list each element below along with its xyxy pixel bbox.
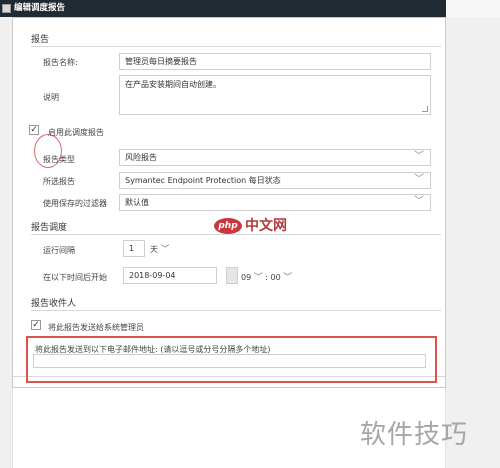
- time-separator: :: [265, 273, 268, 282]
- chevron-down-icon: ﹀: [283, 273, 293, 283]
- calendar-button[interactable]: [226, 267, 238, 284]
- description-label: 说明: [43, 93, 59, 102]
- run-every-value-input[interactable]: 1: [123, 240, 145, 257]
- selected-report-label: 所选报告: [43, 177, 75, 186]
- report-name-label: 报告名称:: [43, 58, 78, 67]
- edit-scheduled-report-dialog: 报告 报告名称: 管理员每日摘要报告 说明 在产品安装期间自动创建。 ✓ 启用此…: [12, 17, 446, 388]
- php-logo: php: [214, 218, 242, 234]
- description-text: 在产品安装期间自动创建。: [125, 80, 221, 89]
- chevron-down-icon: ﹀: [414, 174, 424, 185]
- resize-handle-icon[interactable]: [422, 106, 428, 112]
- report-type-select[interactable]: 风险报告 ﹀: [119, 149, 431, 166]
- start-date-input[interactable]: 2018-09-04: [123, 267, 217, 284]
- section-divider: [31, 46, 441, 47]
- saved-filter-value: 默认值: [125, 198, 149, 207]
- enable-schedule-label: 启用此调度报告: [48, 128, 104, 137]
- report-type-value: 风险报告: [125, 153, 157, 162]
- app-icon: [2, 4, 11, 13]
- selected-report-select[interactable]: Symantec Endpoint Protection 每日状态 ﹀: [119, 172, 431, 189]
- report-type-label: 报告类型: [43, 155, 75, 164]
- chevron-down-icon: ﹀: [253, 273, 263, 283]
- section-report-title: 报告: [31, 35, 50, 45]
- chevron-down-icon: ﹀: [414, 151, 424, 162]
- start-time-picker[interactable]: 09 ﹀ : 00 ﹀: [241, 270, 292, 283]
- start-minute: 00: [270, 273, 281, 282]
- start-hour: 09: [241, 273, 252, 282]
- start-after-label: 在以下时间后开始: [43, 273, 107, 282]
- section-divider: [31, 310, 441, 311]
- section-recipients-title: 报告收件人: [31, 299, 77, 309]
- section-divider: [31, 234, 441, 235]
- bottom-watermark: 软件技巧: [360, 420, 469, 450]
- saved-filter-label: 使用保存的过滤器: [43, 199, 107, 208]
- php-watermark-text: 中文网: [245, 218, 287, 234]
- report-name-input[interactable]: 管理员每日摘要报告: [119, 53, 431, 70]
- run-every-unit: 天: [150, 245, 158, 254]
- highlight-box: [26, 336, 437, 383]
- dialog-title: 编辑调度报告: [14, 3, 66, 13]
- enable-schedule-checkbox[interactable]: ✓: [29, 125, 39, 135]
- chevron-down-icon: ﹀: [414, 196, 424, 207]
- send-to-admin-checkbox[interactable]: ✓: [31, 320, 41, 330]
- selected-report-value: Symantec Endpoint Protection 每日状态: [125, 176, 281, 185]
- background-strip: [446, 0, 500, 17]
- chevron-down-icon: ﹀: [160, 245, 170, 255]
- description-textarea[interactable]: 在产品安装期间自动创建。: [119, 75, 431, 115]
- saved-filter-select[interactable]: 默认值 ﹀: [119, 194, 431, 211]
- dialog-title-bar: 编辑调度报告: [0, 0, 446, 17]
- section-schedule-title: 报告调度: [31, 223, 68, 233]
- run-every-unit-select[interactable]: 天 ﹀: [150, 242, 170, 255]
- send-to-admin-label: 将此报告发送给系统管理员: [48, 323, 144, 332]
- run-every-label: 运行间隔: [43, 246, 75, 255]
